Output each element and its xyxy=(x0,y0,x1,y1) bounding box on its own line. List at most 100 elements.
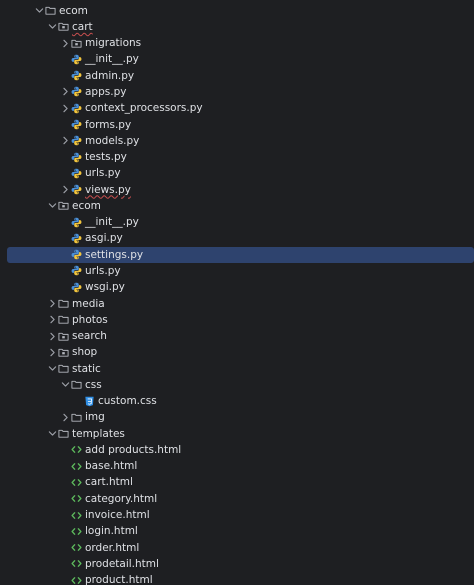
chevron-down-icon[interactable] xyxy=(33,5,45,17)
chevron-right-icon[interactable] xyxy=(59,135,71,147)
tree-item-label: apps.py xyxy=(85,85,127,98)
tree-file-ecom-urls-py[interactable]: urls.py xyxy=(0,263,474,279)
tree-folder-migrations[interactable]: migrations xyxy=(0,35,474,51)
tree-item-label: wsgi.py xyxy=(85,281,125,294)
tree-folder-search[interactable]: search xyxy=(0,328,474,344)
chevron-right-icon[interactable] xyxy=(59,86,71,98)
tree-file-asgi-py[interactable]: asgi.py xyxy=(0,230,474,246)
tree-folder-shop[interactable]: shop xyxy=(0,344,474,360)
chevron-right-icon[interactable] xyxy=(59,37,71,49)
tree-item-label: shop xyxy=(72,346,98,359)
chevron-right-icon[interactable] xyxy=(59,184,71,196)
tree-file-product-html[interactable]: product.html xyxy=(0,572,474,585)
tree-file-order-html[interactable]: order.html xyxy=(0,539,474,555)
tree-file-add-products-html[interactable]: add products.html xyxy=(0,442,474,458)
tree-folder-img[interactable]: img xyxy=(0,409,474,425)
tree-item-label: __init__.py xyxy=(85,216,139,229)
tree-file-settings-py[interactable]: settings.py xyxy=(7,246,474,263)
tree-item-label: settings.py xyxy=(85,248,144,261)
tree-file-cart-html[interactable]: cart.html xyxy=(0,474,474,490)
chevron-right-icon[interactable] xyxy=(46,330,58,342)
tree-file-models-py[interactable]: models.py xyxy=(0,133,474,149)
tree-file-login-html[interactable]: login.html xyxy=(0,523,474,539)
folder-icon xyxy=(58,314,69,325)
tree-item-label: invoice.html xyxy=(85,509,150,521)
tree-item-label: ecom xyxy=(59,4,88,17)
chevron-down-icon[interactable] xyxy=(46,21,58,33)
html-file-icon xyxy=(71,558,82,569)
tree-item-label: custom.css xyxy=(98,395,157,408)
tree-item-label: __init__.py xyxy=(85,53,139,66)
tree-file-context-processors-py[interactable]: context_processors.py xyxy=(0,100,474,116)
python-file-icon xyxy=(71,54,82,65)
tree-folder-templates[interactable]: templates xyxy=(0,426,474,442)
tree-folder-css[interactable]: css xyxy=(0,377,474,393)
tree-item-label: css xyxy=(85,378,102,391)
chevron-right-icon[interactable] xyxy=(46,346,58,358)
python-file-icon xyxy=(71,70,82,81)
tree-item-label: cart xyxy=(72,20,93,33)
html-file-icon xyxy=(71,542,82,553)
tree-file-custom-css[interactable]: custom.css xyxy=(0,393,474,409)
tree-item-label: urls.py xyxy=(85,167,121,180)
tree-folder-ecom-inner[interactable]: ecom xyxy=(0,198,474,214)
python-file-icon xyxy=(71,168,82,179)
chevron-right-icon[interactable] xyxy=(46,314,58,326)
css-file-icon xyxy=(84,396,95,407)
chevron-down-icon[interactable] xyxy=(46,428,58,440)
tree-file-invoice-html[interactable]: invoice.html xyxy=(0,507,474,523)
tree-folder-static[interactable]: static xyxy=(0,360,474,376)
tree-file-forms-py[interactable]: forms.py xyxy=(0,116,474,132)
tree-file-views-py[interactable]: views.py xyxy=(0,181,474,197)
tree-folder-photos[interactable]: photos xyxy=(0,312,474,328)
package-folder-icon xyxy=(58,21,69,32)
tree-item-label: migrations xyxy=(85,37,142,50)
html-file-icon xyxy=(71,477,82,488)
tree-file-wsgi-py[interactable]: wsgi.py xyxy=(0,279,474,295)
tree-file-apps-py[interactable]: apps.py xyxy=(0,84,474,100)
tree-folder-ecom[interactable]: ecom xyxy=(0,3,474,19)
tree-file-category-html[interactable]: category.html xyxy=(0,491,474,507)
tree-item-label: photos xyxy=(72,313,108,326)
chevron-right-icon[interactable] xyxy=(59,411,71,423)
chevron-down-icon[interactable] xyxy=(46,200,58,212)
tree-file-admin-py[interactable]: admin.py xyxy=(0,68,474,84)
chevron-right-icon[interactable] xyxy=(59,102,71,114)
tree-item-label: context_processors.py xyxy=(85,102,203,115)
tree-item-label: views.py xyxy=(85,183,131,196)
package-folder-icon xyxy=(71,38,82,49)
tree-item-label: search xyxy=(72,330,107,343)
tree-item-label: forms.py xyxy=(85,118,132,131)
tree-file-base-html[interactable]: base.html xyxy=(0,458,474,474)
package-folder-icon xyxy=(58,200,69,211)
chevron-down-icon[interactable] xyxy=(46,363,58,375)
tree-item-label: order.html xyxy=(85,541,140,554)
python-file-icon xyxy=(71,282,82,293)
tree-file-cart-init-py[interactable]: __init__.py xyxy=(0,51,474,67)
html-file-icon xyxy=(71,526,82,537)
chevron-right-icon[interactable] xyxy=(46,298,58,310)
html-file-icon xyxy=(71,575,82,585)
tree-file-cart-urls-py[interactable]: urls.py xyxy=(0,165,474,181)
tree-file-prodetail-html[interactable]: prodetail.html xyxy=(0,556,474,572)
chevron-down-icon[interactable] xyxy=(59,379,71,391)
tree-folder-media[interactable]: media xyxy=(0,295,474,311)
folder-icon xyxy=(58,298,69,309)
python-file-icon xyxy=(71,152,82,163)
tree-item-label: admin.py xyxy=(85,69,135,82)
tree-file-ecom-init-py[interactable]: __init__.py xyxy=(0,214,474,230)
tree-item-label: prodetail.html xyxy=(85,557,159,570)
html-file-icon xyxy=(71,510,82,521)
tree-folder-cart[interactable]: cart xyxy=(0,19,474,35)
tree-file-tests-py[interactable]: tests.py xyxy=(0,149,474,165)
